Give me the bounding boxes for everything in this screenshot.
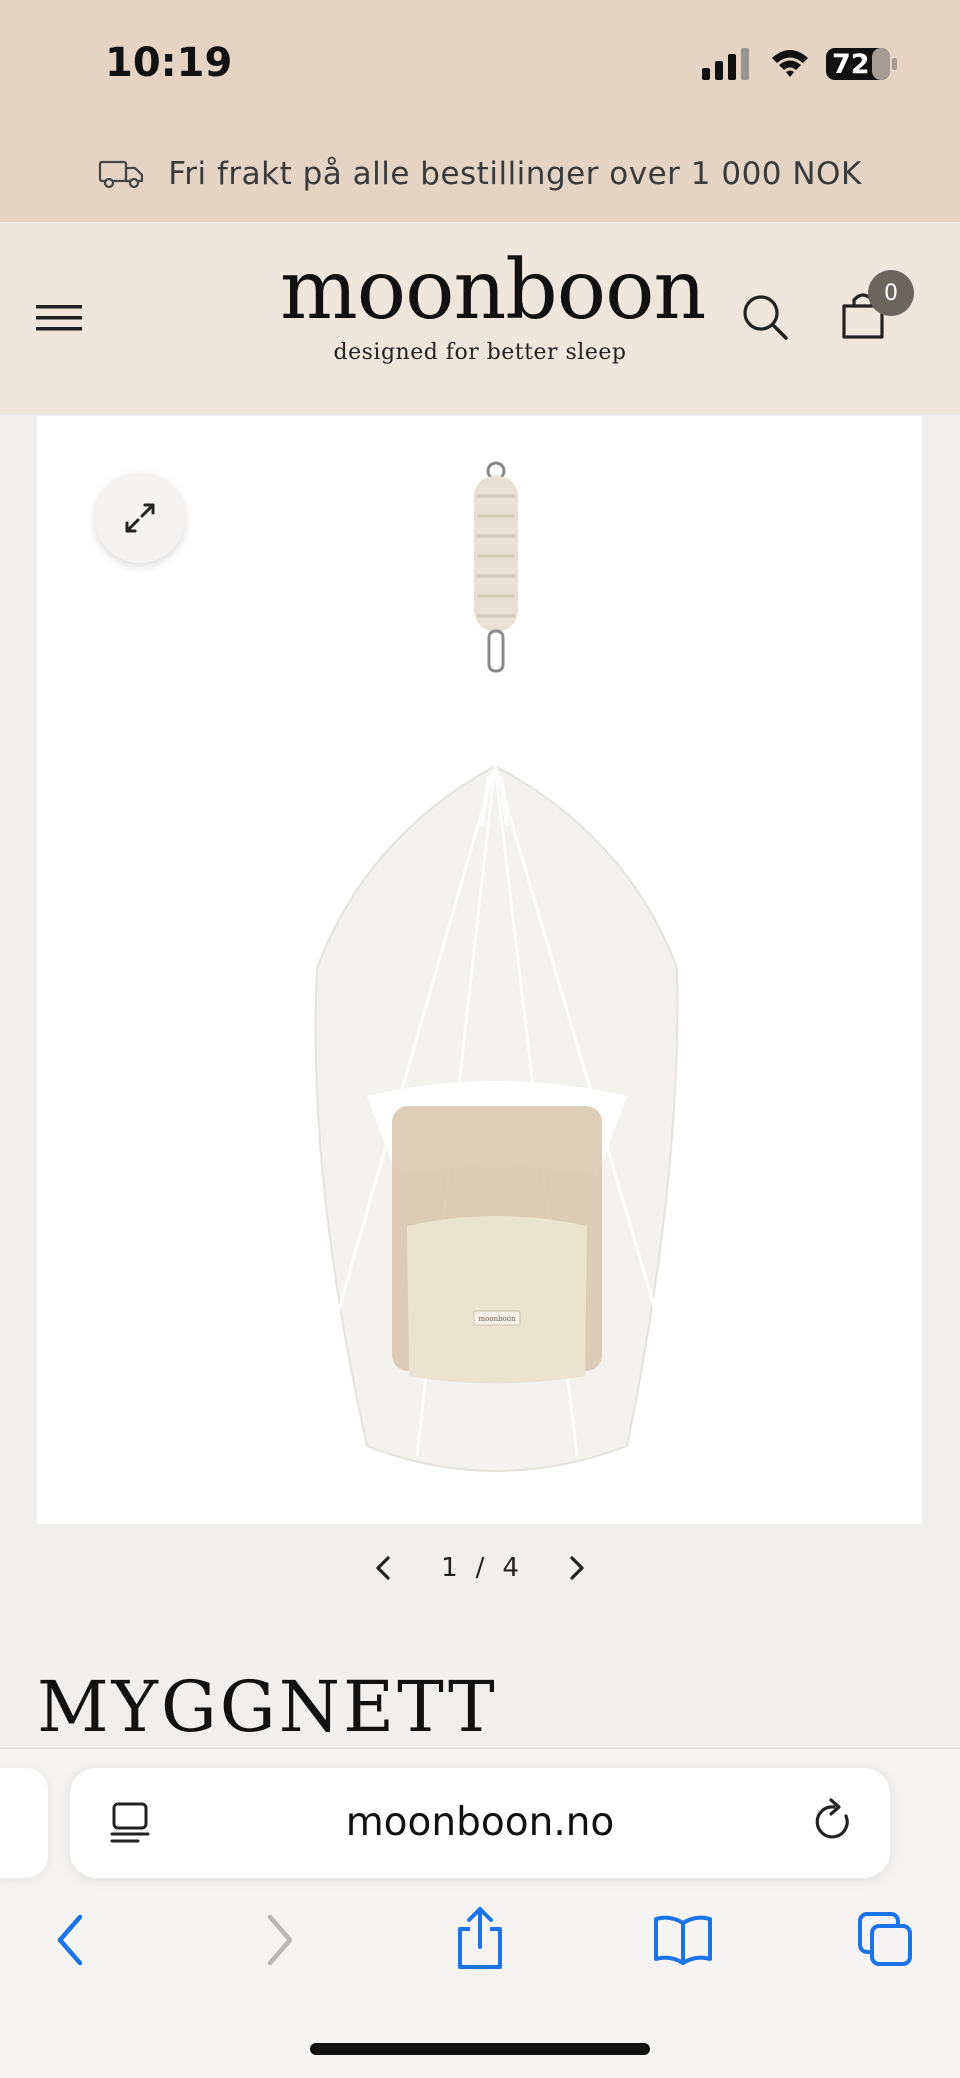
- product-title: MYGGNETT: [37, 1666, 498, 1748]
- back-arrow-icon[interactable]: [52, 1913, 88, 1967]
- status-time: 10:19: [105, 40, 233, 86]
- svg-text:moonboon: moonboon: [479, 1315, 516, 1323]
- chevron-right-icon[interactable]: [564, 1553, 590, 1583]
- gallery-pager: 1 / 4: [370, 1548, 590, 1588]
- battery-indicator: 72: [826, 46, 898, 82]
- gallery-total: 4: [502, 1553, 519, 1583]
- announcement-text: Fri frakt på alle bestillinger over 1 00…: [168, 155, 862, 192]
- hamburger-menu-icon[interactable]: [36, 300, 82, 336]
- tabs-overview-icon[interactable]: [856, 1910, 914, 1968]
- product-image[interactable]: moonboon: [37, 416, 922, 1524]
- status-bar: 10:19 72: [0, 0, 960, 125]
- forward-arrow-icon[interactable]: [262, 1913, 298, 1967]
- logo-tagline: designed for better sleep: [333, 340, 627, 365]
- gallery-current: 1: [441, 1553, 458, 1583]
- gallery-separator: /: [475, 1553, 485, 1583]
- share-icon[interactable]: [454, 1905, 506, 1971]
- home-indicator[interactable]: [310, 2043, 650, 2055]
- gallery-counter: 1 / 4: [441, 1553, 519, 1583]
- reload-icon[interactable]: [812, 1798, 856, 1846]
- battery-percent: 72: [832, 49, 870, 80]
- search-icon[interactable]: [740, 292, 790, 342]
- page-menu-icon[interactable]: [108, 1800, 152, 1844]
- cellular-signal-icon: [702, 48, 749, 80]
- hanging-cradle-with-net-image: moonboon: [314, 461, 679, 1472]
- cart-count-badge[interactable]: 0: [868, 270, 914, 316]
- chevron-left-icon[interactable]: [370, 1553, 396, 1583]
- wifi-icon: [772, 50, 808, 77]
- site-logo[interactable]: moonboon designed for better sleep: [280, 243, 706, 366]
- bookmarks-book-icon[interactable]: [652, 1913, 714, 1965]
- expand-image-button[interactable]: [95, 473, 185, 563]
- url-text[interactable]: moonboon.no: [200, 1800, 760, 1845]
- logo-name: moonboon: [280, 243, 706, 338]
- previous-tab-preview[interactable]: [0, 1768, 48, 1878]
- truck-icon: [99, 160, 144, 188]
- shipping-announcement: Fri frakt på alle bestillinger over 1 00…: [0, 125, 960, 222]
- expand-arrows-icon: [125, 503, 155, 533]
